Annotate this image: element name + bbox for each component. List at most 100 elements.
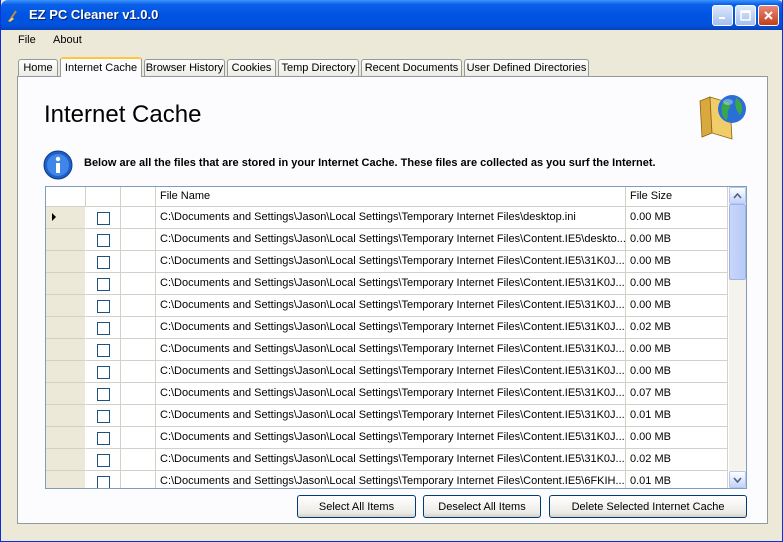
tab-cookies[interactable]: Cookies bbox=[227, 59, 276, 76]
tab-internet-cache[interactable]: Internet Cache bbox=[60, 57, 142, 77]
maximize-button[interactable] bbox=[735, 5, 756, 26]
menu-about[interactable]: About bbox=[53, 34, 82, 46]
row-checkbox-cell[interactable] bbox=[86, 383, 121, 405]
file-size-cell: 0.00 MB bbox=[626, 251, 728, 273]
row-selector[interactable] bbox=[46, 339, 86, 361]
row-checkbox[interactable] bbox=[97, 388, 110, 401]
row-checkbox[interactable] bbox=[97, 454, 110, 467]
row-checkbox[interactable] bbox=[97, 256, 110, 269]
header-file-size[interactable]: File Size bbox=[626, 187, 728, 206]
row-checkbox-cell[interactable] bbox=[86, 273, 121, 295]
select-all-button[interactable]: Select All Items bbox=[297, 495, 416, 518]
file-name-cell: C:\Documents and Settings\Jason\Local Se… bbox=[156, 339, 626, 361]
row-selector[interactable] bbox=[46, 361, 86, 383]
tab-browser-history[interactable]: Browser History bbox=[144, 59, 225, 76]
row-checkbox-cell[interactable] bbox=[86, 361, 121, 383]
row-checkbox-cell[interactable] bbox=[86, 317, 121, 339]
row-selector[interactable] bbox=[46, 427, 86, 449]
menu-bar: File About bbox=[1, 30, 782, 52]
row-selector[interactable] bbox=[46, 471, 86, 488]
row-checkbox[interactable] bbox=[97, 234, 110, 247]
tab-recent-documents[interactable]: Recent Documents bbox=[361, 59, 462, 76]
table-row[interactable]: C:\Documents and Settings\Jason\Local Se… bbox=[46, 383, 728, 405]
row-blank-cell bbox=[121, 339, 156, 361]
row-blank-cell bbox=[121, 471, 156, 488]
table-row[interactable]: C:\Documents and Settings\Jason\Local Se… bbox=[46, 295, 728, 317]
row-blank-cell bbox=[121, 383, 156, 405]
tab-user-defined-directories[interactable]: User Defined Directories bbox=[464, 59, 589, 76]
close-icon bbox=[764, 11, 773, 20]
scroll-thumb[interactable] bbox=[729, 204, 746, 280]
row-selector[interactable] bbox=[46, 251, 86, 273]
table-row[interactable]: C:\Documents and Settings\Jason\Local Se… bbox=[46, 273, 728, 295]
row-checkbox[interactable] bbox=[97, 410, 110, 423]
table-row[interactable]: C:\Documents and Settings\Jason\Local Se… bbox=[46, 251, 728, 273]
tab-panel: Internet Cache Below are all the files t… bbox=[17, 76, 768, 524]
row-checkbox-cell[interactable] bbox=[86, 207, 121, 229]
table-row[interactable]: C:\Documents and Settings\Jason\Local Se… bbox=[46, 339, 728, 361]
file-size-cell: 0.00 MB bbox=[626, 273, 728, 295]
close-button[interactable] bbox=[758, 5, 779, 26]
row-selector[interactable] bbox=[46, 317, 86, 339]
tab-temp-directory[interactable]: Temp Directory bbox=[278, 59, 359, 76]
table-row[interactable]: C:\Documents and Settings\Jason\Local Se… bbox=[46, 427, 728, 449]
row-selector[interactable] bbox=[46, 207, 86, 229]
minimize-button[interactable] bbox=[712, 5, 733, 26]
row-checkbox[interactable] bbox=[97, 476, 110, 488]
row-checkbox[interactable] bbox=[97, 300, 110, 313]
menu-file[interactable]: File bbox=[18, 34, 36, 46]
table-row[interactable]: C:\Documents and Settings\Jason\Local Se… bbox=[46, 229, 728, 251]
row-blank-cell bbox=[121, 317, 156, 339]
header-checkbox bbox=[86, 187, 121, 206]
row-selector[interactable] bbox=[46, 295, 86, 317]
info-icon bbox=[43, 150, 73, 180]
row-checkbox-cell[interactable] bbox=[86, 251, 121, 273]
header-file-name[interactable]: File Name bbox=[156, 187, 626, 206]
file-name-cell: C:\Documents and Settings\Jason\Local Se… bbox=[156, 383, 626, 405]
table-row[interactable]: C:\Documents and Settings\Jason\Local Se… bbox=[46, 405, 728, 427]
row-checkbox[interactable] bbox=[97, 366, 110, 379]
row-checkbox-cell[interactable] bbox=[86, 449, 121, 471]
row-checkbox-cell[interactable] bbox=[86, 339, 121, 361]
row-checkbox[interactable] bbox=[97, 278, 110, 291]
current-row-arrow-icon bbox=[52, 213, 56, 221]
row-checkbox[interactable] bbox=[97, 322, 110, 335]
info-message: Below are all the files that are stored … bbox=[84, 157, 656, 169]
row-blank-cell bbox=[121, 361, 156, 383]
title-bar[interactable]: EZ PC Cleaner v1.0.0 bbox=[1, 0, 782, 30]
folder-globe-icon bbox=[699, 95, 746, 140]
vertical-scrollbar[interactable] bbox=[729, 187, 746, 488]
deselect-all-button[interactable]: Deselect All Items bbox=[423, 495, 541, 518]
row-checkbox-cell[interactable] bbox=[86, 427, 121, 449]
tab-home[interactable]: Home bbox=[18, 59, 58, 76]
file-size-cell: 0.00 MB bbox=[626, 207, 728, 229]
file-name-cell: C:\Documents and Settings\Jason\Local Se… bbox=[156, 405, 626, 427]
table-row[interactable]: C:\Documents and Settings\Jason\Local Se… bbox=[46, 207, 728, 229]
broom-icon bbox=[7, 10, 17, 23]
row-checkbox[interactable] bbox=[97, 344, 110, 357]
table-row[interactable]: C:\Documents and Settings\Jason\Local Se… bbox=[46, 317, 728, 339]
scroll-up-button[interactable] bbox=[729, 187, 746, 204]
row-checkbox[interactable] bbox=[97, 432, 110, 445]
file-name-cell: C:\Documents and Settings\Jason\Local Se… bbox=[156, 361, 626, 383]
file-size-cell: 0.00 MB bbox=[626, 427, 728, 449]
chevron-down-icon bbox=[733, 476, 742, 483]
row-checkbox-cell[interactable] bbox=[86, 471, 121, 488]
maximize-icon bbox=[740, 10, 751, 21]
row-selector[interactable] bbox=[46, 405, 86, 427]
row-checkbox-cell[interactable] bbox=[86, 295, 121, 317]
row-selector[interactable] bbox=[46, 383, 86, 405]
table-row[interactable]: C:\Documents and Settings\Jason\Local Se… bbox=[46, 361, 728, 383]
row-selector[interactable] bbox=[46, 449, 86, 471]
row-selector[interactable] bbox=[46, 229, 86, 251]
row-checkbox[interactable] bbox=[97, 212, 110, 225]
delete-selected-button[interactable]: Delete Selected Internet Cache bbox=[549, 495, 747, 518]
file-grid[interactable]: File Name File Size C:\Documents and Set… bbox=[45, 186, 747, 489]
scroll-down-button[interactable] bbox=[729, 471, 746, 488]
row-checkbox-cell[interactable] bbox=[86, 405, 121, 427]
table-row[interactable]: C:\Documents and Settings\Jason\Local Se… bbox=[46, 471, 728, 488]
row-selector[interactable] bbox=[46, 273, 86, 295]
table-row[interactable]: C:\Documents and Settings\Jason\Local Se… bbox=[46, 449, 728, 471]
row-checkbox-cell[interactable] bbox=[86, 229, 121, 251]
window-title: EZ PC Cleaner v1.0.0 bbox=[29, 7, 159, 22]
